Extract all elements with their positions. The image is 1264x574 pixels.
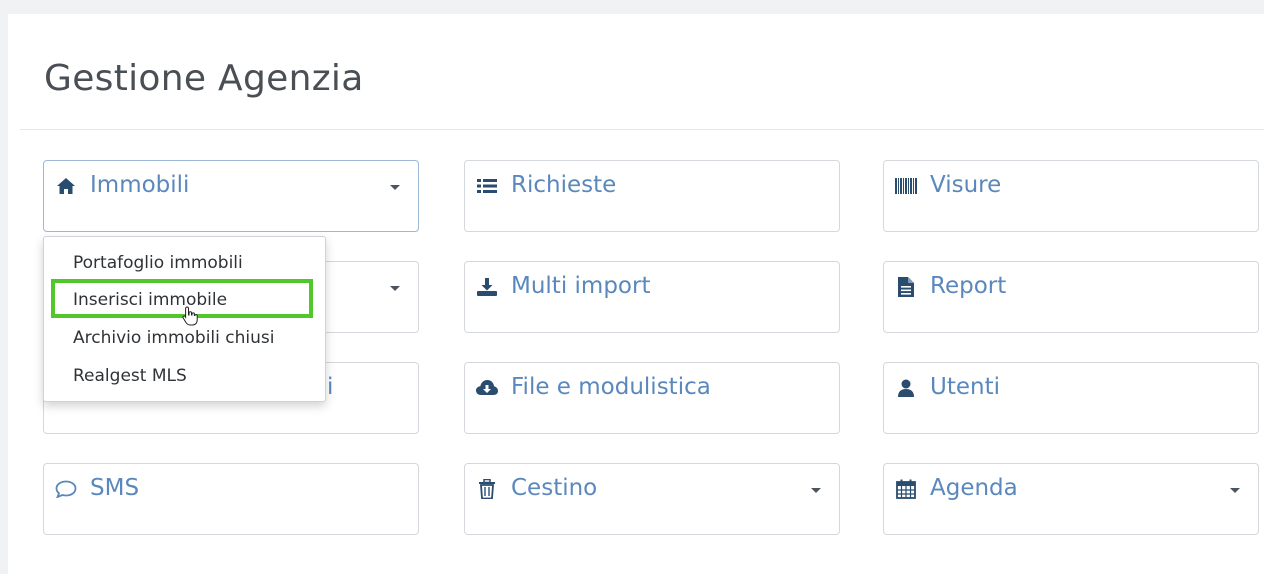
user-icon	[895, 377, 917, 399]
download-icon	[476, 276, 498, 298]
menu-item-realgest-mls[interactable]: Realgest MLS	[73, 366, 187, 386]
richieste-label: Richieste	[511, 172, 617, 198]
barcode-icon	[895, 175, 917, 197]
file-text-icon	[895, 276, 917, 298]
sms-button[interactable]: SMS	[43, 463, 419, 535]
menu-item-archivio-immobili-chiusi[interactable]: Archivio immobili chiusi	[73, 328, 275, 348]
trash-icon	[476, 478, 498, 500]
row3-left-label-fragment: i	[327, 374, 334, 400]
immobili-label: Immobili	[90, 172, 190, 198]
title-divider	[20, 129, 1264, 130]
multi-import-button[interactable]: Multi import	[464, 261, 840, 333]
multi-import-label: Multi import	[511, 273, 651, 299]
utenti-button[interactable]: Utenti	[883, 362, 1259, 434]
sms-label: SMS	[90, 475, 140, 501]
list-icon	[476, 175, 498, 197]
report-label: Report	[930, 273, 1007, 299]
agenda-label: Agenda	[930, 475, 1018, 501]
chevron-down-icon	[811, 488, 821, 493]
utenti-label: Utenti	[930, 374, 1000, 400]
agenda-dropdown-button[interactable]: Agenda	[883, 463, 1259, 535]
visure-button[interactable]: Visure	[883, 160, 1259, 232]
menu-item-portafoglio-immobili[interactable]: Portafoglio immobili	[73, 253, 243, 273]
chevron-down-icon	[390, 185, 400, 190]
immobili-dropdown-button[interactable]: Immobili	[43, 160, 419, 232]
cestino-label: Cestino	[511, 475, 598, 501]
report-button[interactable]: Report	[883, 261, 1259, 333]
speech-bubble-icon	[55, 478, 77, 500]
page-title: Gestione Agenzia	[44, 58, 364, 99]
cestino-dropdown-button[interactable]: Cestino	[464, 463, 840, 535]
cloud-download-icon	[476, 377, 498, 399]
chevron-down-icon	[390, 286, 400, 291]
hand-cursor-icon	[182, 306, 198, 330]
file-modulistica-label: File e modulistica	[511, 374, 711, 400]
home-icon	[55, 175, 77, 197]
richieste-button[interactable]: Richieste	[464, 160, 840, 232]
calendar-icon	[895, 478, 917, 500]
chevron-down-icon	[1230, 488, 1240, 493]
file-modulistica-button[interactable]: File e modulistica	[464, 362, 840, 434]
visure-label: Visure	[930, 172, 1002, 198]
